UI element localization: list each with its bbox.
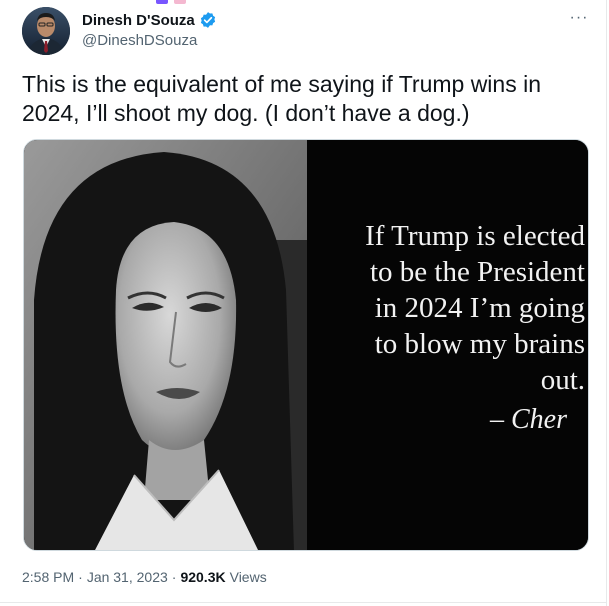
timeline-border: [606, 0, 607, 606]
tweet-meta: 2:58 PM · Jan 31, 2023 · 920.3K Views: [22, 569, 267, 585]
avatar-photo: [22, 7, 70, 55]
meta-separator: ·: [78, 569, 83, 585]
more-options-button[interactable]: ···: [566, 8, 592, 32]
ellipsis-icon: ···: [569, 9, 589, 26]
author-handle[interactable]: @DineshDSouza: [82, 32, 197, 49]
divider: [0, 602, 606, 603]
tweet-time[interactable]: 2:58 PM: [22, 569, 74, 585]
quote-panel: If Trump is elected to be the President …: [307, 140, 588, 550]
views-label: Views: [229, 569, 267, 585]
top-strip: [0, 0, 609, 6]
tweet-date[interactable]: Jan 31, 2023: [87, 569, 168, 585]
quote-text: If Trump is elected to be the President …: [365, 220, 585, 396]
top-strip-mark-left: [156, 0, 168, 4]
avatar[interactable]: [22, 7, 70, 55]
tweet-media-image[interactable]: If Trump is elected to be the President …: [23, 139, 589, 551]
views-count: 920.3K: [180, 569, 226, 585]
meta-separator: ·: [171, 569, 177, 585]
top-strip-mark-right: [174, 0, 186, 4]
author-name-text[interactable]: Dinesh D'Souza: [82, 12, 195, 29]
verified-badge-icon: [200, 12, 215, 28]
author-name[interactable]: Dinesh D'Souza: [82, 11, 217, 29]
portrait-photo: [24, 140, 307, 550]
tweet-text: This is the equivalent of me saying if T…: [22, 71, 542, 126]
quote-attribution: – Cher: [490, 404, 567, 435]
